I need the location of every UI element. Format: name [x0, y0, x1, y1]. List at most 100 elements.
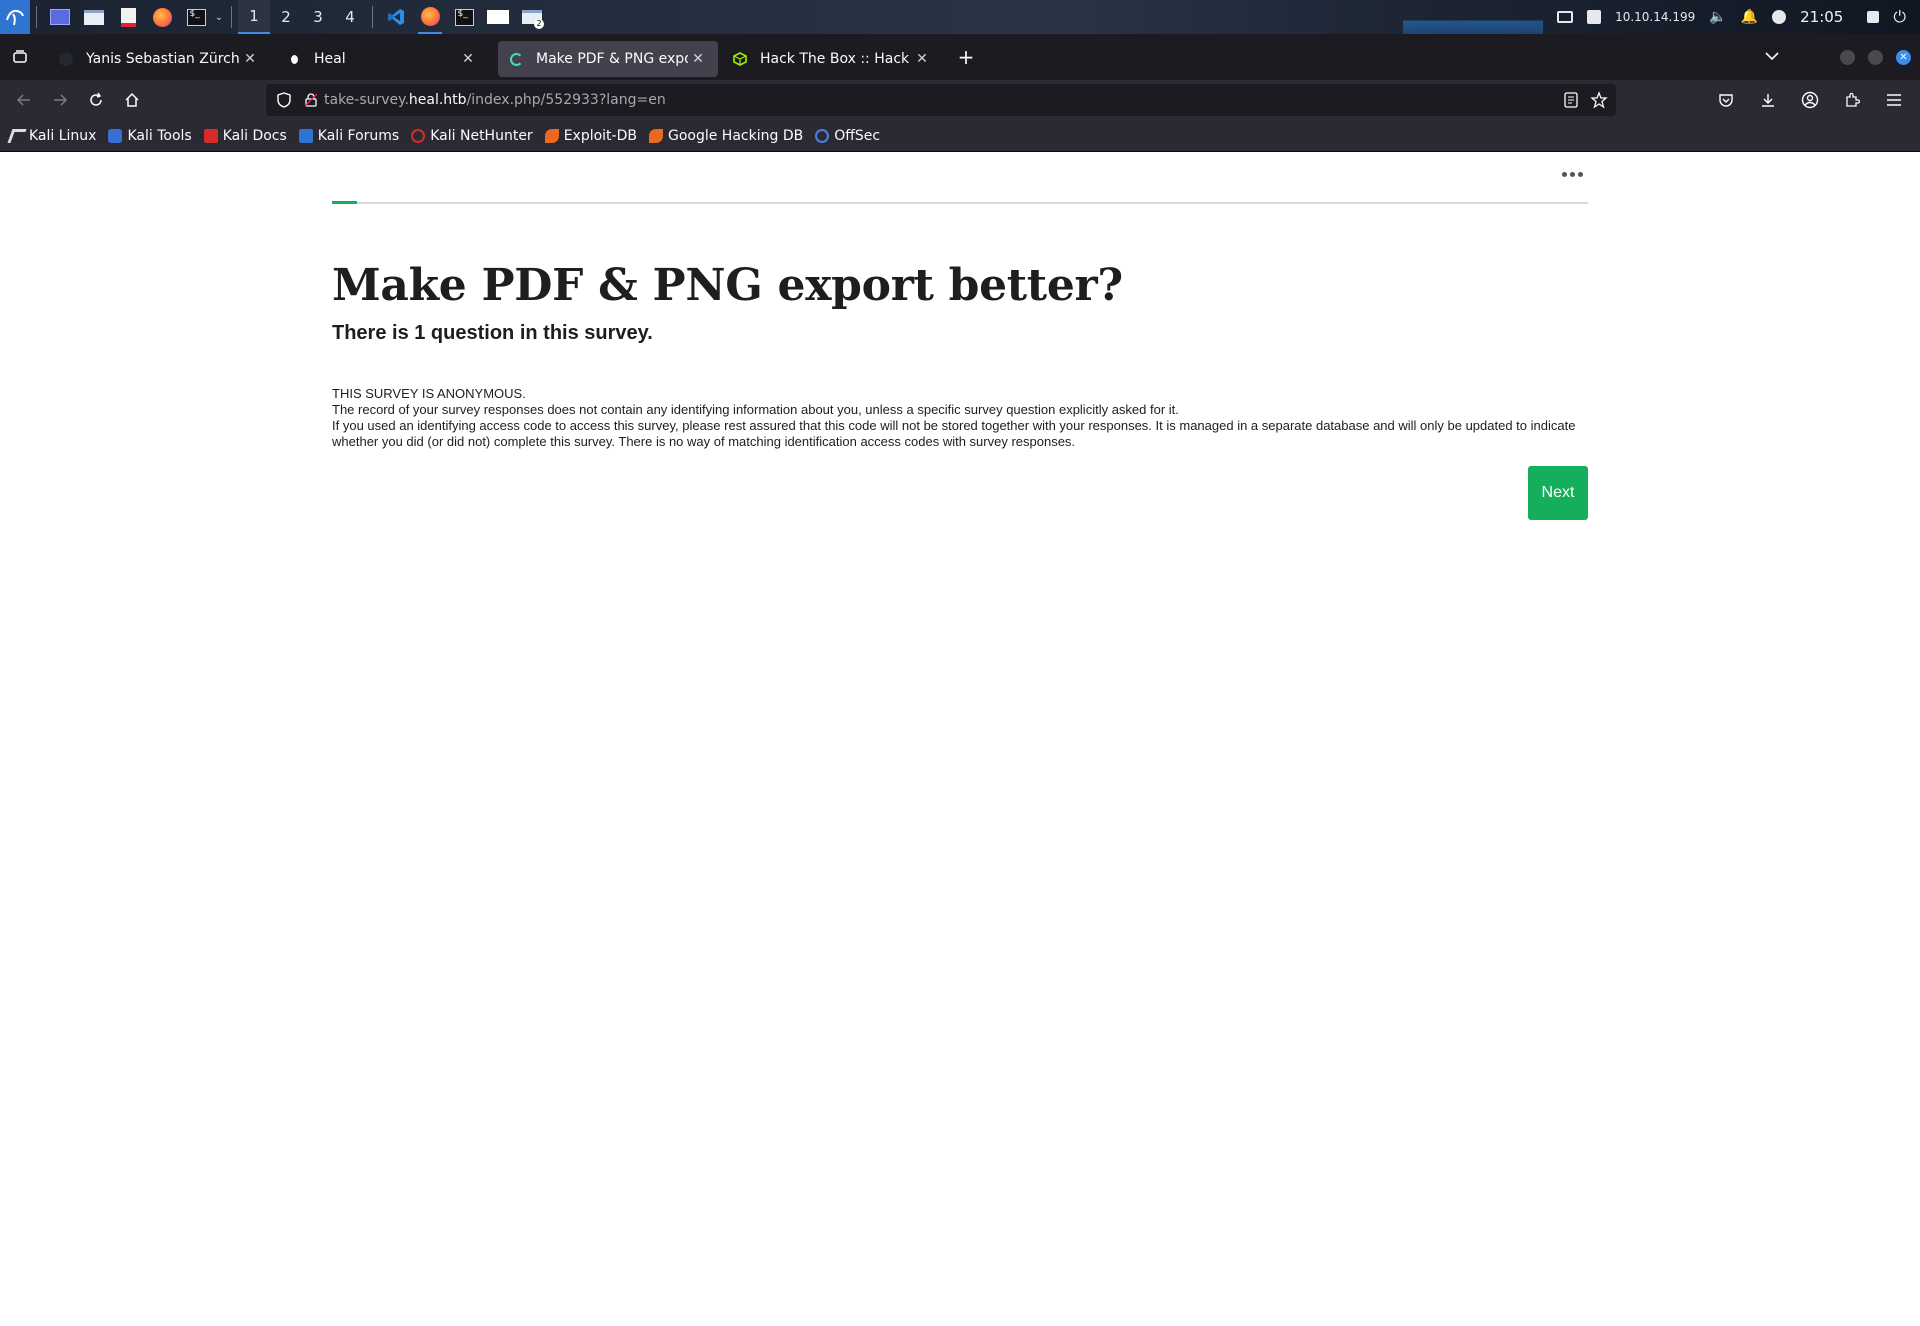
new-tab-button[interactable]: + [948, 39, 984, 75]
dot [1577, 171, 1583, 177]
exploit-db-icon [544, 128, 559, 143]
firefox-icon[interactable] [418, 0, 442, 34]
system-taskbar: $_ ⌄ 1 2 3 4 $_ 2 10.10.14.199 🔈 🔔 21:05… [0, 0, 1920, 34]
bookmark-label: Google Hacking DB [667, 127, 804, 144]
kali-dragon-icon [7, 128, 27, 143]
tab-overview-icon[interactable] [2, 39, 38, 75]
display-icon[interactable] [1557, 11, 1574, 23]
taskbar-separator [36, 6, 37, 28]
bookmark-kali-forums[interactable]: Kali Forums [298, 127, 400, 144]
chevron-down-icon[interactable]: ⌄ [213, 5, 225, 29]
bookmark-kali-nethunter[interactable]: Kali NetHunter [411, 127, 533, 144]
anonymity-paragraph: If you used an identifying access code t… [332, 418, 1576, 449]
loading-spinner-icon [508, 51, 524, 67]
tab-hackthebox[interactable]: Hack The Box :: Hack The ✕ [722, 41, 942, 77]
close-icon[interactable]: ✕ [688, 51, 708, 67]
pocket-icon[interactable] [1708, 82, 1744, 118]
tab-label: Hack The Box :: Hack The [760, 51, 912, 67]
kali-docs-icon [203, 128, 218, 143]
close-icon[interactable]: ✕ [240, 51, 260, 67]
anonymity-paragraph: The record of your survey responses does… [332, 402, 1179, 417]
url-prefix: take-survey. [324, 92, 409, 108]
workspace-4[interactable]: 4 [334, 0, 366, 34]
tab-survey[interactable]: Make PDF & PNG export b ✕ [498, 41, 718, 77]
bookmark-label: Exploit-DB [563, 127, 637, 144]
kali-tools-icon [108, 128, 123, 143]
firefox-icon[interactable] [150, 5, 174, 29]
window-icon[interactable] [486, 5, 510, 29]
bookmark-google-hacking-db[interactable]: Google Hacking DB [648, 127, 804, 144]
minimize-window-button[interactable] [1840, 50, 1855, 65]
github-favicon-icon [58, 51, 74, 67]
dot [1569, 171, 1575, 177]
folder-icon[interactable]: 2 [520, 5, 544, 29]
next-button[interactable]: Next [1528, 466, 1588, 520]
tab-label: Heal [314, 51, 346, 67]
kali-forums-icon [298, 128, 313, 143]
more-options-button[interactable] [1556, 162, 1588, 186]
bookmarks-toolbar: Kali Linux Kali Tools Kali Docs Kali For… [0, 120, 1920, 152]
url-text[interactable]: take-survey.heal.htb/index.php/552933?la… [324, 92, 666, 108]
workspace-3[interactable]: 3 [302, 0, 334, 34]
anonymity-notice: THIS SURVEY IS ANONYMOUS. The record of … [332, 386, 1592, 450]
bookmark-label: Kali NetHunter [430, 127, 533, 144]
bookmark-label: Kali Forums [317, 127, 400, 144]
terminal-icon[interactable]: $_ [452, 5, 476, 29]
bookmark-offsec[interactable]: OffSec [815, 128, 880, 144]
terminal-icon[interactable]: $_ [184, 5, 208, 29]
desktop-icon[interactable] [48, 5, 72, 29]
account-icon[interactable] [1792, 82, 1828, 118]
close-icon[interactable]: ✕ [458, 51, 478, 67]
reload-button[interactable] [78, 82, 114, 118]
bookmark-label: Kali Docs [222, 127, 287, 144]
system-tray: 10.10.14.199 🔈 🔔 21:05 ⏻ [1403, 0, 1920, 34]
hamburger-menu-icon[interactable] [1876, 82, 1912, 118]
file-manager-icon[interactable] [82, 5, 106, 29]
text-editor-icon[interactable] [116, 5, 140, 29]
volume-icon[interactable]: 🔈 [1709, 9, 1726, 25]
list-all-tabs-icon[interactable] [1754, 38, 1790, 74]
hackthebox-favicon-icon [732, 51, 748, 67]
close-icon[interactable]: ✕ [912, 51, 932, 67]
browser-navigation-bar: take-survey.heal.htb/index.php/552933?la… [0, 80, 1920, 120]
workspace-1[interactable]: 1 [238, 0, 270, 34]
url-bar[interactable]: take-survey.heal.htb/index.php/552933?la… [266, 84, 1616, 116]
survey-title: Make PDF & PNG export better? [332, 260, 1123, 311]
bookmark-kali-linux[interactable]: Kali Linux [7, 128, 96, 144]
tracking-protection-shield-icon[interactable] [276, 92, 292, 108]
insecure-lock-icon[interactable] [304, 92, 318, 108]
workspace-2[interactable]: 2 [270, 0, 302, 34]
close-window-button[interactable]: ✕ [1896, 50, 1911, 65]
vpn-lock-icon[interactable] [1587, 10, 1602, 24]
tab-yanis[interactable]: Yanis Sebastian Zürcher | ✕ [48, 41, 270, 77]
power-icon[interactable]: ⏻ [1893, 7, 1906, 27]
ghdb-icon [648, 128, 663, 143]
downloads-icon[interactable] [1750, 82, 1786, 118]
forward-button[interactable] [42, 82, 78, 118]
tab-heal[interactable]: Heal ✕ [276, 41, 488, 77]
bookmark-label: Kali Tools [127, 127, 192, 144]
vscode-icon[interactable] [384, 5, 408, 29]
toolbar-actions [1708, 80, 1912, 120]
kali-menu-icon[interactable] [0, 0, 30, 34]
anonymity-heading: THIS SURVEY IS ANONYMOUS. [332, 386, 526, 401]
ip-address: 10.10.14.199 [1615, 10, 1696, 24]
extensions-icon[interactable] [1834, 82, 1870, 118]
bookmark-kali-docs[interactable]: Kali Docs [203, 127, 287, 144]
browser-tab-bar: Yanis Sebastian Zürcher | ✕ Heal ✕ Make … [0, 34, 1920, 80]
clock: 21:05 [1800, 8, 1844, 26]
maximize-window-button[interactable] [1868, 50, 1883, 65]
back-button[interactable] [6, 82, 42, 118]
survey-progress-fill [332, 201, 358, 204]
reader-view-icon[interactable] [1564, 92, 1578, 112]
bookmark-kali-tools[interactable]: Kali Tools [108, 127, 192, 144]
power-status-icon[interactable] [1772, 10, 1787, 24]
notification-bell-icon[interactable]: 🔔 [1741, 9, 1758, 25]
lock-icon[interactable] [1867, 11, 1880, 23]
bookmark-star-icon[interactable] [1590, 91, 1608, 113]
home-button[interactable] [114, 82, 150, 118]
bookmark-exploit-db[interactable]: Exploit-DB [544, 127, 637, 144]
url-path: /index.php/552933?lang=en [466, 92, 666, 108]
dot [1561, 171, 1567, 177]
question-count: There is 1 question in this survey. [332, 322, 653, 344]
